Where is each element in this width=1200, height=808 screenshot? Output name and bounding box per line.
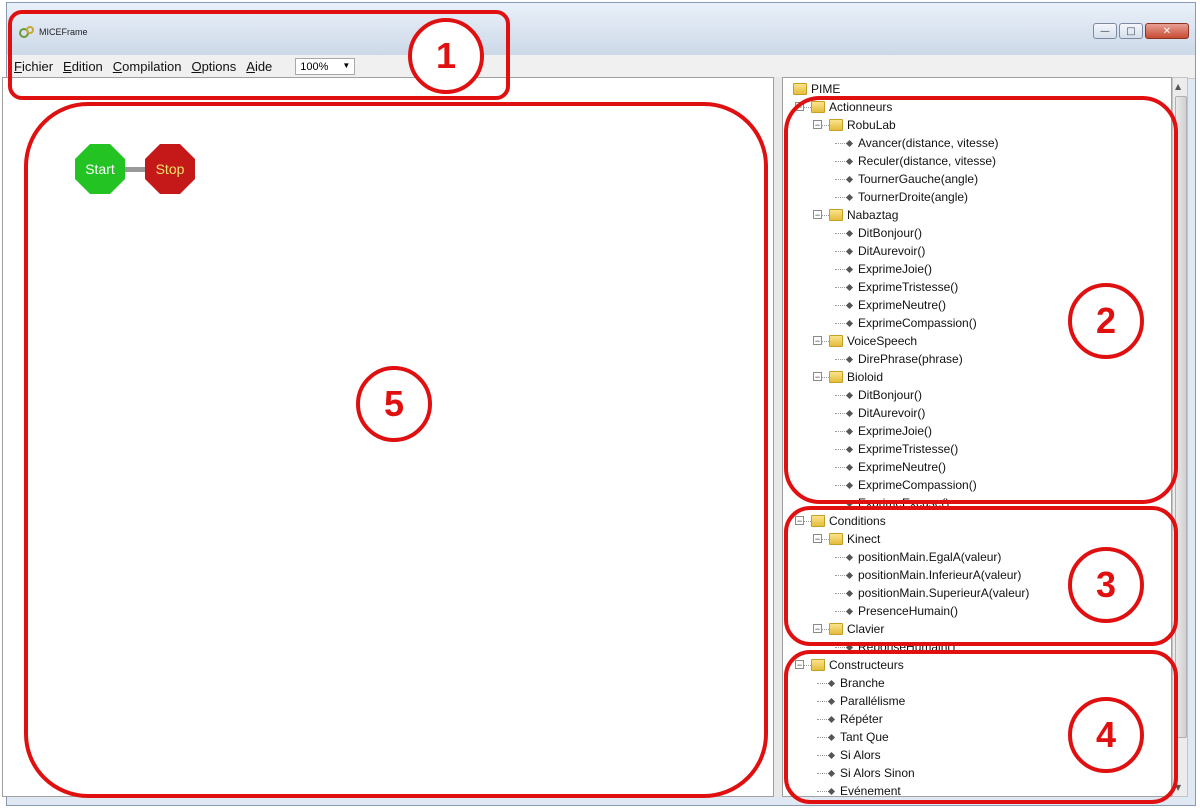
annotation-badge-5: 5 bbox=[356, 366, 432, 442]
annotation-badge-3: 3 bbox=[1068, 547, 1144, 623]
panel-splitter[interactable] bbox=[774, 77, 782, 797]
annotation-badge-4: 4 bbox=[1068, 697, 1144, 773]
scroll-up-icon[interactable]: ▲ bbox=[1175, 82, 1181, 91]
folder-icon bbox=[793, 83, 807, 95]
window-controls: — □ ✕ bbox=[1093, 23, 1189, 39]
tree-root-label: PIME bbox=[811, 82, 841, 96]
annotation-badge-1: 1 bbox=[408, 18, 484, 94]
close-icon[interactable]: ✕ bbox=[1145, 23, 1189, 39]
annotation-ring-5 bbox=[24, 102, 768, 798]
minimize-icon[interactable]: — bbox=[1093, 23, 1117, 39]
maximize-icon[interactable]: □ bbox=[1119, 23, 1143, 39]
annotation-badge-2: 2 bbox=[1068, 283, 1144, 359]
